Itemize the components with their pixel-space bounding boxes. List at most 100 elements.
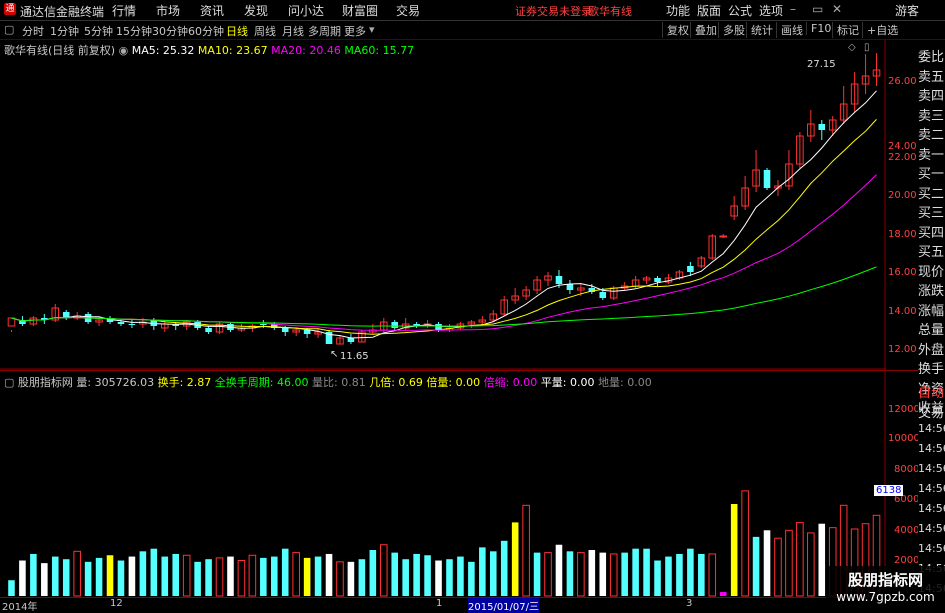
tick-time-label: 14:56 [918, 422, 945, 435]
volume-bar [435, 560, 442, 596]
ma20-label: MA20: 20.46 [271, 44, 341, 57]
quote-row-label: 卖一 [918, 147, 945, 163]
overlay-button[interactable]: 叠加 [690, 22, 717, 38]
tab-more[interactable]: 更多 [344, 23, 366, 39]
settings-dot-icon[interactable]: ◉ [119, 44, 129, 57]
panel-toggle-icon[interactable]: ▯ [864, 42, 870, 53]
menu-item-gongneng[interactable]: 功能 [666, 2, 690, 19]
user-label[interactable]: 游客 [895, 2, 919, 19]
quote-row-label: 委比 [918, 50, 945, 65]
draw-line-button[interactable]: 画线 [776, 22, 803, 38]
low-price-arrow-icon: ↖ [330, 349, 339, 360]
menu-item-zixun[interactable]: 资讯 [200, 2, 224, 19]
close-icon[interactable]: ✕ [832, 2, 842, 16]
menu-item-gongshi[interactable]: 公式 [728, 2, 752, 19]
trade-panel-label[interactable]: 交易 [918, 402, 945, 421]
volume-bar [566, 551, 574, 596]
quote-row-label: 外盘 [918, 342, 945, 358]
volume-bar [128, 556, 136, 596]
trade-login-warning[interactable]: 证券交易未登录 [515, 3, 592, 19]
minimize-icon[interactable]: – [790, 2, 796, 16]
trade-panel-label[interactable]: 自动 [918, 382, 945, 401]
multi-stock-button[interactable]: 多股 [718, 22, 745, 38]
menu-item-faxian[interactable]: 发现 [244, 2, 268, 19]
menu-item-banmian[interactable]: 版面 [697, 2, 721, 19]
menu-item-hangqing[interactable]: 行情 [112, 2, 136, 19]
volume-bar [19, 560, 26, 596]
double-shrink-label: 倍缩: 0.00 [483, 376, 538, 389]
menu-item-jiaoyi[interactable]: 交易 [396, 2, 420, 19]
fuquan-button[interactable]: 复权 [662, 22, 689, 38]
sidebar-toggle-icon[interactable]: ▢ [4, 23, 14, 36]
menu-item-xuanxiang[interactable]: 选项 [759, 2, 783, 19]
tab-daily[interactable]: 日线 [226, 23, 248, 39]
candle-body [391, 322, 399, 328]
quote-row-label: 换手 [918, 362, 945, 377]
add-watchlist-button[interactable]: +自选 [862, 22, 898, 38]
quote-row-label: 现价 [918, 264, 945, 280]
menu-item-shichang[interactable]: 市场 [156, 2, 180, 19]
volume-bar [687, 548, 694, 596]
tab-30min[interactable]: 30分钟 [152, 23, 188, 39]
volume-bar [555, 544, 563, 596]
restore-icon[interactable]: ▭ [812, 2, 823, 16]
timeframe-bar: ▢ 分时 1分钟 5分钟 15分钟 30分钟 60分钟 日线 周线 月线 多周期… [0, 21, 945, 40]
volume-bar [41, 563, 48, 596]
price-panel-title: 歌华有线(日线 前复权) [4, 44, 116, 57]
volume-bar [522, 504, 530, 597]
y-tick: 20.00 [888, 190, 917, 201]
candle-body [599, 292, 607, 298]
price-chart[interactable] [0, 40, 886, 370]
volume-bar [577, 552, 585, 597]
candle-body [303, 330, 311, 334]
volume-bar [774, 537, 782, 597]
tab-60min[interactable]: 60分钟 [188, 23, 224, 39]
tab-15min[interactable]: 15分钟 [116, 23, 152, 39]
mark-button[interactable]: 标记 [832, 22, 859, 38]
low-price-label: 11.65 [340, 351, 369, 362]
y-tick: 24.00 [888, 141, 917, 152]
tab-fenshi[interactable]: 分时 [22, 23, 44, 39]
tick-time-label: 14:56 [918, 522, 945, 535]
volume-bar [194, 561, 201, 596]
candle-body [687, 266, 694, 272]
volume-bar [741, 490, 749, 597]
selected-date-label: 2015/01/07/三 [468, 598, 540, 613]
chevron-down-icon[interactable]: ▾ [369, 23, 375, 36]
tab-weekly[interactable]: 周线 [254, 23, 276, 39]
tab-multi-period[interactable]: 多周期 [308, 23, 341, 39]
tab-5min[interactable]: 5分钟 [84, 23, 113, 39]
volume-bar [281, 548, 289, 596]
tab-monthly[interactable]: 月线 [282, 23, 304, 39]
volume-bar [698, 553, 705, 596]
panel-toggle-icon[interactable]: ▢ [4, 376, 14, 389]
volume-bar [215, 557, 224, 597]
volume-bar [785, 529, 793, 597]
volume-bar [314, 556, 322, 596]
volume-bar [106, 555, 114, 596]
volume-bar [621, 552, 628, 596]
date-label: 12 [110, 598, 123, 609]
volume-panel-header: ▢ 股朋指标网 量: 305726.03 换手: 2.87 全换手周期: 46.… [4, 374, 652, 390]
tab-1min[interactable]: 1分钟 [50, 23, 79, 39]
volume-bar [150, 548, 158, 596]
stats-button[interactable]: 统计 [746, 22, 773, 38]
diamond-icon[interactable]: ◇ [848, 42, 856, 53]
quote-row-label: 涨跌 [918, 284, 945, 299]
volume-bar [752, 536, 760, 596]
volume-bar [237, 560, 246, 597]
volume-label: 量: 305726.03 [76, 376, 155, 389]
f10-button[interactable]: F10 [806, 22, 831, 35]
menu-item-wenxiaoda[interactable]: 问小达 [288, 2, 324, 19]
volume-y-axis: 12000 10000 8000 6000 4000 2000 6138 [874, 372, 920, 597]
volume-chart[interactable] [0, 372, 886, 597]
vol-y-tick: 4000 [894, 525, 920, 536]
double-volume-label: 倍量: 0.00 [426, 376, 481, 389]
volume-bar [818, 523, 826, 596]
quote-row-label: 买五 [918, 245, 945, 260]
candle-body [281, 328, 289, 332]
volume-bar [609, 553, 618, 597]
candle-body [205, 328, 212, 332]
menu-item-caifuquan[interactable]: 财富圈 [342, 2, 378, 19]
ma60-line [11, 266, 877, 327]
